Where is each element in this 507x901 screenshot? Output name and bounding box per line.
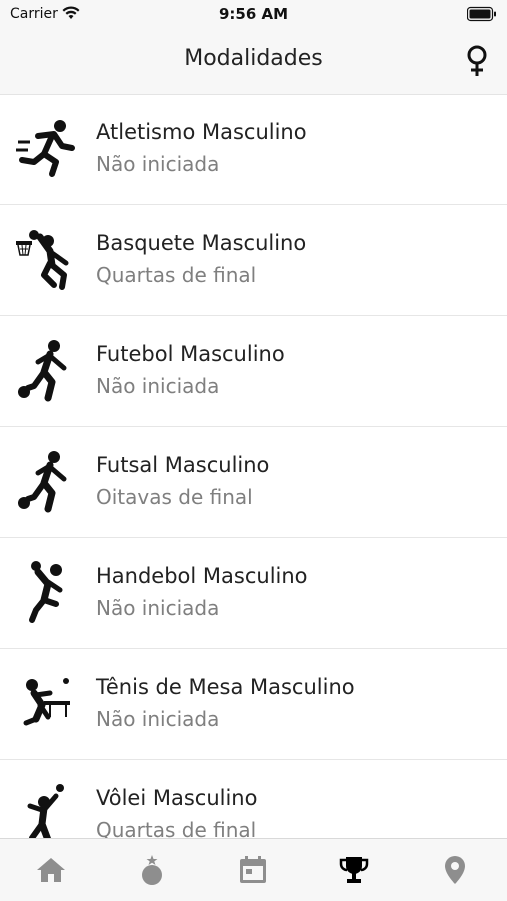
sport-title: Atletismo Masculino (96, 120, 307, 144)
list-item[interactable]: Atletismo Masculino Não iniciada (0, 94, 507, 205)
battery-icon (467, 6, 496, 22)
medal-icon (141, 855, 162, 885)
sport-title: Futsal Masculino (96, 453, 270, 477)
female-symbol-icon[interactable] (463, 44, 491, 78)
running-icon (16, 120, 75, 177)
sport-title: Basquete Masculino (96, 231, 307, 255)
soccer-player-icon (18, 340, 67, 402)
list-item[interactable]: Futebol Masculino Não iniciada (0, 316, 507, 427)
home-icon (36, 858, 65, 882)
sport-title: Futebol Masculino (96, 342, 285, 366)
list-item[interactable]: Basquete Masculino Quartas de final (0, 205, 507, 316)
sport-status: Quartas de final (96, 818, 257, 838)
list-item[interactable]: Futsal Masculino Oitavas de final (0, 427, 507, 538)
sport-status: Não iniciada (96, 707, 220, 731)
status-bar: Carrier 9:56 AM (0, 0, 507, 28)
sport-status: Oitavas de final (96, 485, 253, 509)
sport-status: Quartas de final (96, 263, 257, 287)
sport-status: Não iniciada (96, 152, 220, 176)
calendar-icon (239, 856, 266, 883)
sport-title: Tênis de Mesa Masculino (96, 675, 355, 699)
sport-status: Não iniciada (96, 374, 220, 398)
basketball-player-icon (16, 230, 69, 290)
list-item[interactable]: Vôlei Masculino Quartas de final (0, 760, 507, 838)
page-title: Modalidades (184, 46, 323, 71)
sports-list: Atletismo Masculino Não iniciada Basquet… (0, 94, 507, 838)
location-pin-icon (444, 856, 465, 884)
list-item[interactable]: Tênis de Mesa Masculino Não iniciada (0, 649, 507, 760)
handball-player-icon (29, 561, 63, 623)
clock-time: 9:56 AM (218, 5, 289, 23)
tab-location[interactable] (404, 839, 505, 901)
list-item[interactable]: Handebol Masculino Não iniciada (0, 538, 507, 649)
tab-calendar[interactable] (202, 839, 303, 901)
tab-trophy[interactable] (303, 839, 404, 901)
sport-status: Não iniciada (96, 596, 220, 620)
tab-bar (0, 838, 507, 901)
futsal-player-icon (18, 451, 67, 513)
trophy-icon (339, 857, 368, 883)
tab-home[interactable] (0, 839, 101, 901)
sport-title: Vôlei Masculino (96, 786, 258, 810)
sport-title: Handebol Masculino (96, 564, 308, 588)
table-tennis-player-icon (23, 678, 70, 726)
navigation-bar: Modalidades (0, 28, 507, 95)
volleyball-player-icon (27, 784, 64, 838)
tab-medal[interactable] (101, 839, 202, 901)
